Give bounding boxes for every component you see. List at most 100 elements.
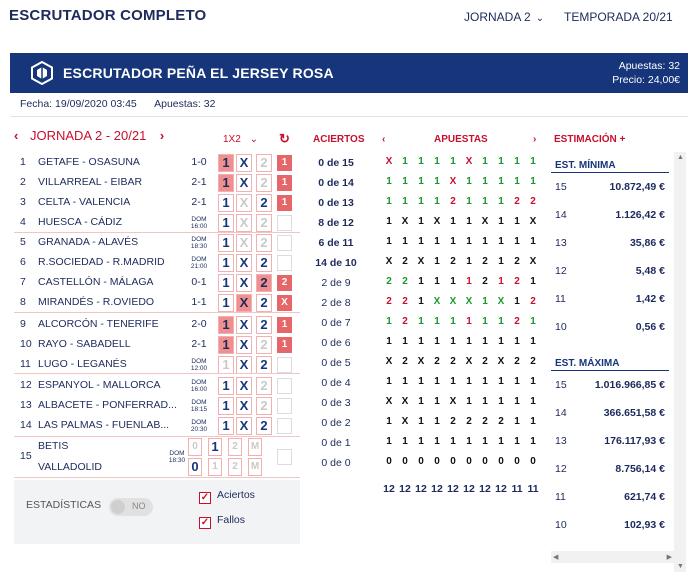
- pick-cell-2[interactable]: 2: [256, 356, 272, 374]
- pick-cell-2[interactable]: 2: [256, 154, 272, 172]
- pleno-cell-2[interactable]: 2: [228, 458, 242, 476]
- col-1x2-header[interactable]: 1X2 ⌄: [223, 134, 258, 145]
- app-title: ESCRUTADOR COMPLETO: [9, 7, 207, 24]
- pick-cell-x[interactable]: X: [236, 154, 252, 172]
- bet-mark: 1: [434, 176, 440, 187]
- pick-cell-2[interactable]: 2: [256, 377, 272, 395]
- bet-mark: 1: [434, 336, 440, 347]
- pick-cell-1[interactable]: 1: [218, 154, 234, 172]
- pick-cell-x[interactable]: X: [236, 316, 252, 334]
- match-row: 12 ESPANYOL - MALLORCA DOM 16:00 1 X 2: [14, 376, 300, 396]
- pick-cell-x[interactable]: X: [236, 254, 252, 272]
- stats-toggle[interactable]: NO: [109, 498, 153, 516]
- pick-cell-2[interactable]: 2: [256, 254, 272, 272]
- scroll-down-icon[interactable]: ▼: [677, 563, 684, 570]
- bet-mark: 0: [514, 456, 520, 467]
- scroll-up-icon[interactable]: ▲: [677, 154, 684, 161]
- apuestas-row: X2X121212X: [382, 253, 542, 273]
- pick-cell-x[interactable]: X: [236, 274, 252, 292]
- fallos-checkbox[interactable]: ✓ Fallos: [199, 514, 245, 529]
- match-number: 11: [20, 358, 31, 370]
- pick-cell-x[interactable]: X: [236, 377, 252, 395]
- pick-cell-1[interactable]: 1: [218, 316, 234, 334]
- pick-cell-1[interactable]: 1: [218, 194, 234, 212]
- pick-cell-1[interactable]: 1: [218, 174, 234, 192]
- bet-mark: 2: [450, 196, 456, 207]
- col-apuestas-header: APUESTAS: [434, 134, 488, 145]
- pick-cell-2[interactable]: 2: [256, 234, 272, 252]
- pick-cell-2[interactable]: 2: [256, 214, 272, 232]
- bet-mark: 1: [450, 316, 456, 327]
- match-row: 14 LAS PALMAS - FUENLAB... DOM 20:30 1 X 2: [14, 416, 300, 436]
- bet-mark: 1: [530, 436, 536, 447]
- pick-cell-1[interactable]: 1: [218, 417, 234, 435]
- quiniela-logo-icon: [31, 61, 53, 85]
- pick-cell-2[interactable]: 2: [256, 294, 272, 312]
- pleno-cell-0[interactable]: 0: [188, 458, 202, 476]
- bet-mark: 1: [482, 176, 488, 187]
- match-name: MIRANDÉS - R.OVIEDO: [38, 296, 155, 308]
- pick-cell-x[interactable]: X: [236, 174, 252, 192]
- pleno-cell-m[interactable]: M: [248, 458, 262, 476]
- pick-cell-x[interactable]: X: [236, 214, 252, 232]
- pick-cell-x[interactable]: X: [236, 397, 252, 415]
- horizontal-scrollbar[interactable]: ◀ ▶: [551, 551, 674, 563]
- apuestas-text: Apuestas: 32: [154, 98, 216, 110]
- pick-cell-1[interactable]: 1: [218, 234, 234, 252]
- pick-cell-x[interactable]: X: [236, 336, 252, 354]
- jornada-select[interactable]: JORNADA 2 ⌄: [464, 10, 544, 24]
- bet-mark: X: [385, 256, 393, 267]
- pick-cell-1[interactable]: 1: [218, 274, 234, 292]
- bet-mark: 1: [402, 176, 408, 187]
- bet-mark: 1: [418, 436, 424, 447]
- bet-mark: 1: [514, 236, 520, 247]
- pleno-cell-0[interactable]: 0: [188, 438, 202, 456]
- pleno-cell-m[interactable]: M: [248, 438, 262, 456]
- bet-mark: 1: [466, 256, 472, 267]
- pleno-cell-1[interactable]: 1: [208, 438, 222, 456]
- bet-mark: 2: [402, 296, 408, 307]
- bet-mark: 1: [418, 296, 424, 307]
- bet-mark: 1: [498, 216, 504, 227]
- pick-cell-x[interactable]: X: [236, 294, 252, 312]
- pick-cell-2[interactable]: 2: [256, 336, 272, 354]
- pick-cell-1[interactable]: 1: [218, 397, 234, 415]
- pick-cell-x[interactable]: X: [236, 194, 252, 212]
- pick-cell-x[interactable]: X: [236, 417, 252, 435]
- refresh-icon[interactable]: ↻: [279, 131, 290, 147]
- pick-cell-2[interactable]: 2: [256, 274, 272, 292]
- bet-mark: 1: [498, 336, 504, 347]
- pick-cell-2[interactable]: 2: [256, 397, 272, 415]
- pick-cell-1[interactable]: 1: [218, 336, 234, 354]
- apuestas-prev-icon[interactable]: ‹: [382, 134, 385, 145]
- pick-cell-1[interactable]: 1: [218, 214, 234, 232]
- pick-cell-1[interactable]: 1: [218, 377, 234, 395]
- apuestas-next-icon[interactable]: ›: [533, 134, 536, 145]
- aciertos-checkbox[interactable]: ✓ Aciertos: [199, 489, 255, 504]
- bet-mark: 1: [450, 216, 456, 227]
- pick-cell-x[interactable]: X: [236, 234, 252, 252]
- est-level: 12: [555, 265, 567, 277]
- pick-cell-2[interactable]: 2: [256, 316, 272, 334]
- temporada-select[interactable]: TEMPORADA 20/21: [564, 10, 673, 24]
- bet-mark: 1: [434, 156, 440, 167]
- pick-cell-2[interactable]: 2: [256, 174, 272, 192]
- next-arrow-icon[interactable]: ›: [160, 128, 164, 143]
- pick-cell-1[interactable]: 1: [218, 254, 234, 272]
- pick-cell-2[interactable]: 2: [256, 417, 272, 435]
- bet-mark: X: [529, 256, 537, 267]
- pick-cell-1[interactable]: 1: [218, 356, 234, 374]
- bet-mark: 1: [386, 436, 392, 447]
- prev-arrow-icon[interactable]: ‹: [14, 128, 18, 143]
- pleno-cell-2[interactable]: 2: [228, 438, 242, 456]
- pick-cell-2[interactable]: 2: [256, 194, 272, 212]
- scroll-left-icon[interactable]: ◀: [553, 553, 558, 561]
- bet-mark: X: [417, 356, 425, 367]
- pleno-cell-1[interactable]: 1: [208, 458, 222, 476]
- pick-cell-x[interactable]: X: [236, 356, 252, 374]
- bet-mark: 1: [466, 336, 472, 347]
- bet-mark: 1: [434, 436, 440, 447]
- vertical-scrollbar[interactable]: ▲ ▼: [674, 152, 686, 572]
- scroll-right-icon[interactable]: ▶: [667, 553, 672, 561]
- pick-cell-1[interactable]: 1: [218, 294, 234, 312]
